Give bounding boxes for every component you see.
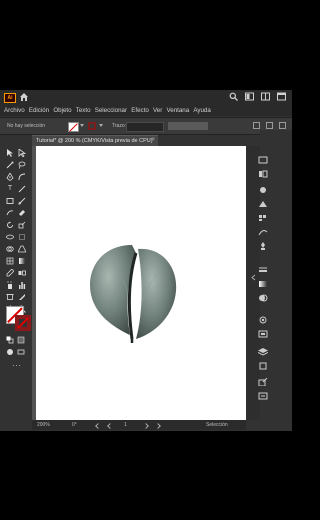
stroke-label: Trazo: [112, 123, 126, 129]
leaf-artwork[interactable] [86, 239, 182, 343]
artboards-icon[interactable] [258, 362, 268, 370]
menu-bar: Archivo Edición Objeto Texto Seleccionar… [0, 104, 292, 116]
brushes-icon[interactable] [258, 228, 268, 236]
swatches-icon[interactable] [258, 214, 268, 222]
opacity-field[interactable] [168, 122, 208, 130]
first-artboard-icon[interactable] [95, 423, 101, 429]
perspective-grid-tool-icon[interactable] [18, 245, 26, 253]
selection-status-label: No hay selección [7, 123, 46, 129]
status-bar: 200% 0° 1 Selección [32, 420, 246, 430]
next-artboard-icon[interactable] [143, 423, 149, 429]
menu-objeto[interactable]: Objeto [53, 107, 71, 114]
stroke-panel-icon[interactable] [258, 266, 268, 274]
menu-ver[interactable]: Ver [153, 107, 162, 114]
shape-builder-tool-icon[interactable] [6, 245, 14, 253]
tools-panel: T [4, 146, 31, 382]
last-artboard-icon[interactable] [155, 423, 161, 429]
stroke-color-box[interactable] [15, 315, 31, 331]
gradient-panel-icon[interactable] [258, 280, 268, 288]
menu-edicion[interactable]: Edición [29, 107, 49, 114]
document-title: Tutorial* @ 200 % (CMYK/Vista previa de … [36, 138, 153, 144]
direct-selection-tool-icon[interactable] [18, 149, 26, 157]
links-icon[interactable] [258, 392, 268, 400]
scale-tool-icon[interactable] [18, 221, 26, 229]
illustrator-logo: Ai [4, 93, 16, 103]
current-tool-label: Selección [206, 422, 228, 428]
chevron-down-icon[interactable] [99, 124, 103, 127]
asset-export-icon[interactable] [258, 378, 268, 386]
default-colors-icon[interactable] [6, 336, 14, 344]
stroke-swatch[interactable] [88, 122, 96, 130]
eyedropper-tool-icon[interactable] [6, 269, 14, 277]
rotation-value[interactable]: 0° [72, 422, 77, 428]
previous-artboard-icon[interactable] [107, 423, 113, 429]
fill-swatch[interactable] [68, 122, 79, 132]
slice-tool-icon[interactable] [18, 293, 26, 301]
menu-ayuda[interactable]: Ayuda [193, 107, 210, 114]
shaper-tool-icon[interactable] [6, 209, 14, 217]
rectangle-tool-icon[interactable] [6, 197, 14, 205]
symbol-sprayer-tool-icon[interactable] [6, 281, 14, 289]
illustrator-window: Ai Archivo Edición Objeto Texto Seleccio… [0, 90, 292, 431]
artboard-tool-icon[interactable] [6, 293, 14, 301]
stroke-weight-field[interactable] [126, 122, 164, 132]
blend-tool-icon[interactable] [18, 269, 26, 277]
magic-wand-tool-icon[interactable] [6, 161, 14, 169]
properties-icon[interactable] [258, 156, 268, 164]
draw-mode-icon[interactable] [6, 348, 14, 356]
pen-tool-icon[interactable] [6, 173, 14, 181]
menu-texto[interactable]: Texto [76, 107, 91, 114]
workspace-icon[interactable] [261, 92, 270, 101]
mesh-tool-icon[interactable] [6, 257, 14, 265]
chevron-down-icon[interactable] [80, 124, 84, 127]
type-tool-icon[interactable]: T [6, 185, 14, 193]
column-graph-tool-icon[interactable] [18, 281, 26, 289]
width-tool-icon[interactable] [6, 233, 14, 241]
arrange-icon[interactable] [245, 92, 254, 101]
artboard[interactable] [36, 146, 246, 420]
window-icon[interactable] [277, 92, 286, 101]
libraries-icon[interactable] [258, 170, 268, 178]
home-icon[interactable] [19, 92, 29, 102]
more-tools-icon[interactable]: ··· [12, 362, 21, 370]
gradient-tool-icon[interactable] [18, 257, 26, 265]
paintbrush-tool-icon[interactable] [18, 197, 26, 205]
rotate-tool-icon[interactable] [6, 221, 14, 229]
align-icon[interactable] [253, 122, 260, 129]
panel-menu-icon[interactable] [279, 122, 286, 129]
free-transform-tool-icon[interactable] [18, 233, 26, 241]
menu-ventana[interactable]: Ventana [166, 107, 189, 114]
selection-tool-icon[interactable] [6, 149, 14, 157]
menu-seleccionar[interactable]: Seleccionar [95, 107, 127, 114]
color-mode-icon[interactable] [17, 336, 25, 344]
artboard-number[interactable]: 1 [124, 422, 127, 428]
screen-mode-icon[interactable] [17, 348, 25, 356]
canvas-area[interactable] [32, 146, 246, 420]
menu-efecto[interactable]: Efecto [131, 107, 149, 114]
curvature-tool-icon[interactable] [18, 173, 26, 181]
layers-icon[interactable] [258, 348, 268, 356]
search-icon[interactable] [229, 92, 238, 101]
zoom-level[interactable]: 200% [37, 422, 50, 428]
symbols-icon[interactable] [258, 242, 268, 250]
control-bar: No hay selección Trazo: [0, 117, 292, 135]
chevron-left-icon[interactable] [250, 274, 257, 281]
eraser-tool-icon[interactable] [18, 209, 26, 217]
close-icon[interactable]: × [151, 137, 155, 143]
color-guide-icon[interactable] [258, 200, 268, 208]
lasso-tool-icon[interactable] [18, 161, 26, 169]
graphic-styles-icon[interactable] [258, 330, 268, 338]
color-icon[interactable] [258, 186, 268, 194]
fill-stroke-control[interactable] [6, 306, 34, 334]
line-tool-icon[interactable] [18, 185, 26, 193]
menu-archivo[interactable]: Archivo [4, 107, 25, 114]
transform-icon[interactable] [266, 122, 273, 129]
app-bar: Ai [0, 90, 292, 104]
appearance-icon[interactable] [258, 316, 268, 324]
transparency-icon[interactable] [258, 294, 268, 302]
